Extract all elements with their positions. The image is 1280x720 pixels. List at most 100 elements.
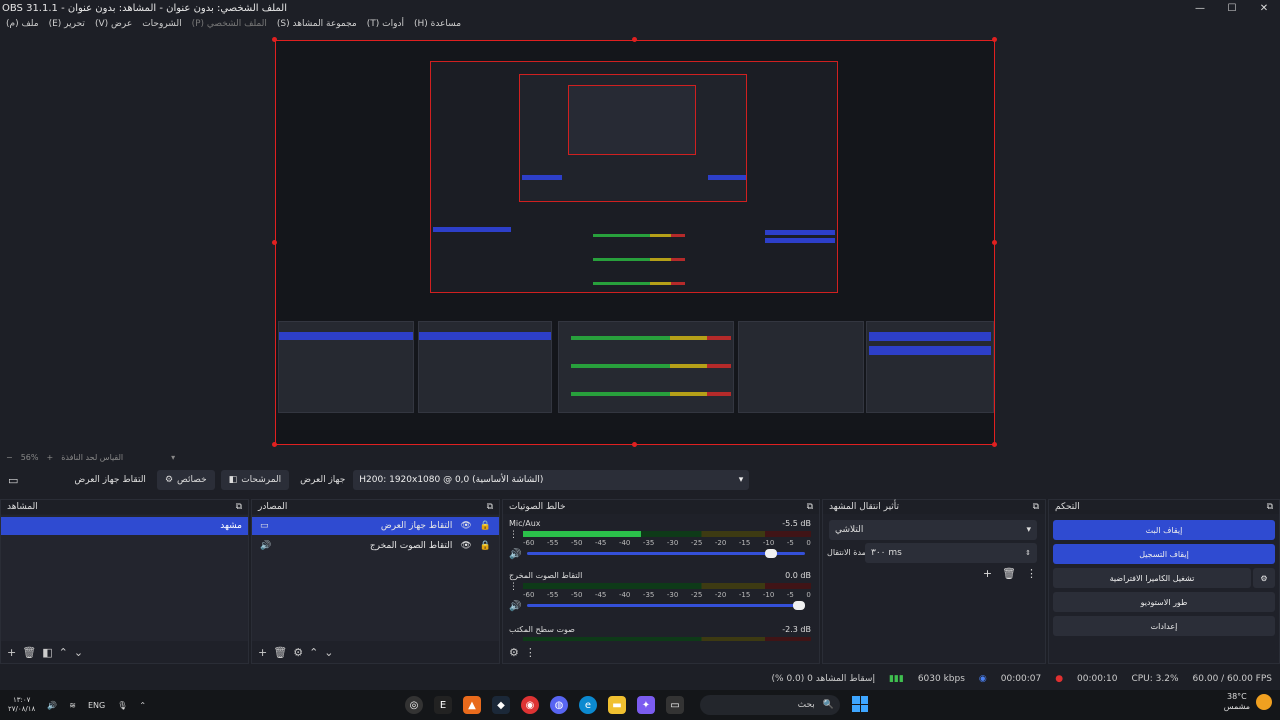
undock-icon[interactable]: ⧉ (487, 502, 493, 512)
resize-handle[interactable] (992, 240, 997, 245)
tick: -10 (762, 539, 775, 547)
volume-slider[interactable] (527, 549, 805, 558)
clock[interactable]: ١٣:٠٧ ٢٧/٠٨/١٨ (8, 696, 35, 714)
stop-recording-button[interactable]: إيقاف التسجيل (1053, 544, 1275, 564)
vlc-icon[interactable]: ▲ (463, 696, 481, 714)
settings-button[interactable]: إعدادات (1053, 616, 1275, 636)
resize-handle[interactable] (272, 37, 277, 42)
maximize-icon[interactable]: ☐ (1216, 0, 1248, 16)
trash-icon[interactable]: 🗑 (22, 646, 36, 659)
arrow-down-icon[interactable]: ⌄ (324, 646, 333, 659)
preview-canvas[interactable] (275, 40, 995, 445)
bitrate: 6030 kbps (917, 674, 965, 684)
menu-file[interactable]: (م) ملف (6, 19, 39, 29)
resize-handle[interactable] (992, 442, 997, 447)
virtual-camera-settings-button[interactable]: ⚙ (1253, 568, 1275, 588)
resize-handle[interactable] (632, 442, 637, 447)
wifi-icon[interactable]: ≋ (69, 701, 76, 710)
close-icon[interactable]: ✕ (1248, 0, 1280, 16)
more-icon[interactable]: ⋮ (509, 530, 518, 540)
zoom-dropdown-icon[interactable]: ▾ (171, 453, 175, 462)
obs-app-icon[interactable]: ◎ (405, 696, 423, 714)
scene-item[interactable]: مشهد (1, 517, 248, 535)
microphone-icon[interactable]: 🎙 (117, 701, 127, 710)
resize-handle[interactable] (272, 442, 277, 447)
gear-icon[interactable]: ⚙ (293, 646, 303, 659)
minimize-icon[interactable]: — (1184, 0, 1216, 16)
resize-handle[interactable] (272, 240, 277, 245)
trash-icon[interactable]: 🗑 (1002, 567, 1016, 580)
chrome-icon[interactable]: ◉ (521, 696, 539, 714)
undock-icon[interactable]: ⧉ (1033, 502, 1039, 512)
more-icon[interactable]: ⋮ (525, 646, 536, 659)
undock-icon[interactable]: ⧉ (807, 502, 813, 512)
filters-button[interactable]: ◧ المرشحات (220, 470, 290, 490)
menu-tools[interactable]: (T) أدوات (367, 19, 404, 29)
menu-view[interactable]: (V) عرض (95, 19, 132, 29)
zoom-fit-label[interactable]: القياس لحد النافذة (61, 453, 123, 462)
menu-docks[interactable]: الشروحات (142, 19, 181, 29)
transition-select[interactable]: التلاشي ▾ (829, 520, 1037, 540)
eye-icon[interactable]: 👁 (460, 521, 471, 531)
arrow-up-icon[interactable]: ⌃ (59, 646, 68, 659)
undock-icon[interactable]: ⧉ (236, 502, 242, 512)
duration-spinbox[interactable]: ٣٠٠ ms ⇕ (865, 543, 1037, 563)
more-icon[interactable]: ⋮ (509, 582, 518, 592)
steam-icon[interactable]: ◆ (492, 696, 510, 714)
zoom-out-icon[interactable]: − (6, 453, 13, 462)
studio-mode-button[interactable]: طور الاستوديو (1053, 592, 1275, 612)
undock-icon[interactable]: ⧉ (1267, 502, 1273, 512)
speaker-icon[interactable]: 🔊 (509, 601, 521, 612)
source-item[interactable]: 🔊 التقاط الصوت المخرج 👁 🔒 (252, 537, 499, 555)
lock-icon[interactable]: 🔒 (480, 541, 491, 551)
volume-icon[interactable]: 🔊 (47, 701, 57, 710)
taskbar-search[interactable]: بحث 🔍 (700, 695, 840, 715)
lock-icon[interactable]: 🔒 (480, 521, 491, 531)
weather-widget[interactable]: 38°C مشمس (1224, 692, 1272, 712)
discord-icon[interactable]: ◍ (550, 696, 568, 714)
tick: -20 (714, 539, 727, 547)
source-item[interactable]: ▭ التقاط جهاز العرض 👁 🔒 (252, 517, 499, 535)
menu-edit[interactable]: (E) تحرير (49, 19, 85, 29)
copilot-icon[interactable]: ✦ (637, 696, 655, 714)
epic-games-icon[interactable]: E (434, 696, 452, 714)
mini-controls-dock (866, 321, 994, 413)
chevron-up-icon[interactable]: ⌃ (139, 701, 146, 710)
display-select[interactable]: H200: 1920x1080 @ 0,0 (الشاشة الأساسية) … (353, 470, 750, 490)
add-icon[interactable]: + (983, 567, 992, 580)
gear-icon[interactable]: ⚙ (509, 646, 519, 659)
transition-actions: + 🗑 ⋮ (983, 567, 1037, 580)
stop-stream-button[interactable]: إيقاف البث (1053, 520, 1275, 540)
volume-slider[interactable] (527, 601, 805, 610)
controls-dock: التحكم ⧉ إيقاف البث إيقاف التسجيل تشغيل … (1048, 499, 1280, 664)
resize-handle[interactable] (992, 37, 997, 42)
volume-knob[interactable] (765, 549, 778, 558)
mixer-channel: Mic/Aux -5.5 dB ⋮ -60 -55 -50 -45 -40 -35 -30-… (509, 519, 811, 571)
menu-profile[interactable]: (P) الملف الشخصي (192, 19, 267, 29)
add-icon[interactable]: + (7, 646, 16, 659)
filter-icon[interactable]: ◧ (42, 646, 52, 659)
menu-help[interactable]: (H) مساعدة (414, 19, 461, 29)
preview-area (0, 32, 1280, 450)
task-view-icon[interactable]: ▭ (666, 696, 684, 714)
properties-button[interactable]: ⚙ خصائص (156, 470, 215, 490)
add-icon[interactable]: + (258, 646, 267, 659)
virtual-camera-button[interactable]: تشغيل الكاميرا الافتراضية (1053, 568, 1251, 588)
windows-start-icon[interactable] (852, 696, 868, 712)
arrow-down-icon[interactable]: ⌄ (74, 646, 83, 659)
zoom-in-icon[interactable]: + (46, 453, 53, 462)
window-title: OBS 31.1.1 - الملف الشخصي: بدون عنوان - … (2, 2, 287, 14)
file-explorer-icon[interactable]: ▬ (608, 696, 626, 714)
speaker-icon[interactable]: 🔊 (509, 549, 521, 560)
volume-knob[interactable] (793, 601, 805, 610)
more-icon[interactable]: ⋮ (1026, 567, 1037, 580)
tick: -25 (690, 539, 703, 547)
language-indicator[interactable]: ENG (88, 701, 105, 710)
edge-icon[interactable]: e (579, 696, 597, 714)
sources-dock-header: المصادر ⧉ (252, 500, 499, 514)
arrow-up-icon[interactable]: ⌃ (309, 646, 318, 659)
eye-icon[interactable]: 👁 (460, 541, 471, 551)
menu-scene-collection[interactable]: (S) مجموعة المشاهد (277, 19, 357, 29)
resize-handle[interactable] (632, 37, 637, 42)
trash-icon[interactable]: 🗑 (273, 646, 287, 659)
